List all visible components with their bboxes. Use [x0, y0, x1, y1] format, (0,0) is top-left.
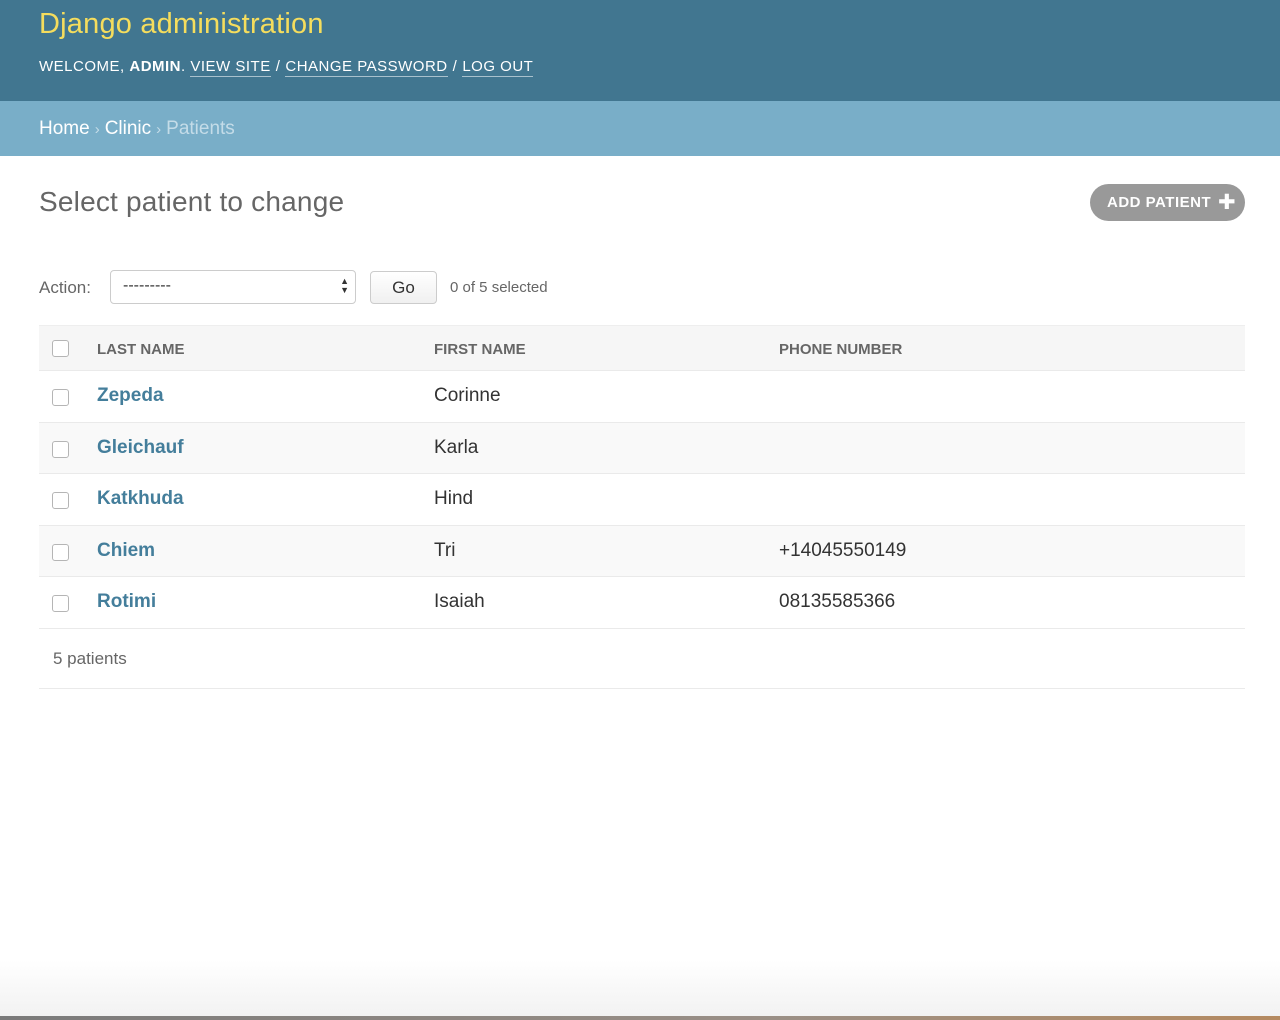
selected-counter: 0 of 5 selected [450, 279, 548, 296]
breadcrumb: Home › Clinic › Patients [0, 101, 1280, 156]
row-checkbox[interactable] [52, 543, 69, 561]
header: Django administration Welcome, admin. Vi… [0, 0, 1280, 101]
first-name-cell: Corinne [434, 385, 501, 406]
user-tools-separator: / [275, 58, 281, 75]
change-password-link[interactable]: Change password [285, 58, 448, 77]
phone-number-cell: 08135585366 [779, 591, 896, 613]
action-select[interactable]: --------- ▲ ▼ [110, 270, 356, 304]
row-checkbox[interactable] [52, 389, 69, 406]
breadcrumb-clinic[interactable]: Clinic [105, 118, 151, 139]
row-checkbox[interactable] [52, 595, 69, 613]
table-row: Zepeda Corinne [39, 371, 1245, 423]
last-name-link[interactable]: Zepeda [97, 385, 164, 407]
row-checkbox[interactable] [52, 440, 69, 458]
table-row: Katkhuda Hind [39, 474, 1245, 526]
column-header-first-name[interactable]: First name [434, 341, 526, 358]
paginator: 5 patients [39, 629, 1245, 689]
first-name-cell: Tri [434, 539, 456, 561]
first-name-cell: Karla [434, 436, 479, 458]
site-name[interactable]: Django administration [39, 8, 324, 41]
add-patient-button[interactable]: Add patient ✚ [1090, 184, 1245, 221]
user-tools: Welcome, admin. View site / Change passwor… [39, 58, 534, 77]
breadcrumb-separator: › [156, 121, 162, 138]
welcome-text: Welcome, [39, 58, 125, 75]
table-row: Rotimi Isaiah 08135585366 [39, 577, 1245, 629]
last-name-link[interactable]: Gleichauf [97, 437, 184, 459]
go-button[interactable]: Go [370, 271, 437, 304]
table-body: Zepeda Corinne Gleichauf Karla Katkhuda … [39, 371, 1245, 629]
phone-number-cell: +14045550149 [779, 539, 907, 561]
result-list-table: Last name First name Phone number Zepeda… [39, 325, 1245, 629]
first-name-cell: Isaiah [434, 591, 485, 613]
last-name-link[interactable]: Chiem [97, 540, 155, 562]
actions-bar: Action: --------- ▲ ▼ Go 0 of 5 selected [39, 270, 1244, 304]
row-checkbox[interactable] [52, 492, 69, 510]
plus-icon: ✚ [1218, 191, 1237, 214]
select-all-checkbox[interactable] [52, 340, 69, 357]
table-header: Last name First name Phone number [39, 325, 1245, 371]
window-bottom-shade [0, 960, 1280, 1020]
first-name-cell: Hind [434, 488, 474, 510]
user-tools-separator: / [452, 58, 458, 75]
last-name-link[interactable]: Katkhuda [97, 488, 184, 510]
breadcrumb-current: Patients [166, 118, 235, 139]
last-name-link[interactable]: Rotimi [97, 591, 156, 613]
view-site-link[interactable]: View site [190, 58, 271, 77]
add-patient-label: Add patient [1107, 194, 1212, 211]
breadcrumb-home[interactable]: Home [39, 118, 90, 139]
select-arrows-icon: ▲ ▼ [340, 276, 349, 295]
window-bottom-border [0, 1016, 1280, 1020]
log-out-link[interactable]: Log out [462, 58, 534, 77]
table-row: Gleichauf Karla [39, 422, 1245, 475]
action-label: Action: [39, 278, 91, 297]
page-title: Select patient to change [39, 186, 345, 217]
breadcrumb-separator: › [94, 121, 100, 138]
table-row: Chiem Tri +14045550149 [39, 525, 1245, 578]
action-selected-option: --------- [123, 277, 171, 294]
column-header-phone-number[interactable]: Phone number [779, 341, 902, 358]
column-header-last-name[interactable]: Last name [97, 341, 185, 358]
username: admin [129, 58, 182, 75]
